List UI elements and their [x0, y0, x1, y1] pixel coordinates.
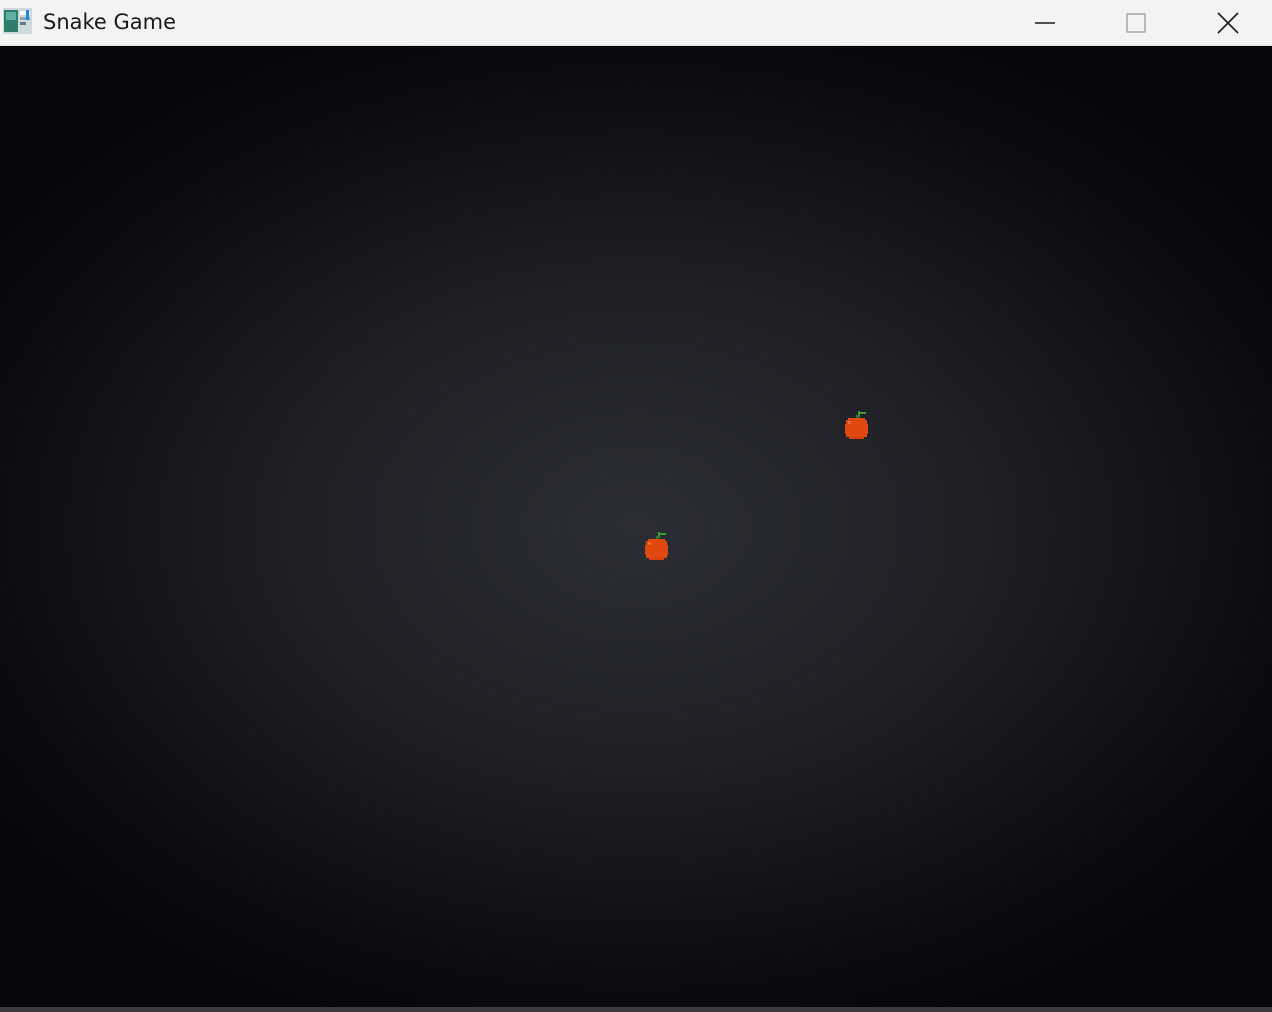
maximize-button[interactable]: [1090, 0, 1182, 45]
close-icon: [1216, 11, 1239, 34]
title-bar[interactable]: Snake Game: [0, 0, 1272, 46]
window-title: Snake Game: [43, 10, 177, 34]
game-canvas[interactable]: [0, 46, 1272, 1008]
game-window-icon: [3, 8, 32, 34]
close-button[interactable]: [1183, 0, 1272, 45]
snake-game-window: Snake Game: [0, 0, 1272, 1012]
apple-icon: [845, 411, 868, 439]
maximize-icon: [1126, 12, 1146, 33]
minimize-button[interactable]: [999, 0, 1091, 45]
minimize-icon: [1035, 21, 1055, 24]
apple-icon: [645, 532, 668, 560]
window-bottom-border: [0, 1007, 1272, 1012]
